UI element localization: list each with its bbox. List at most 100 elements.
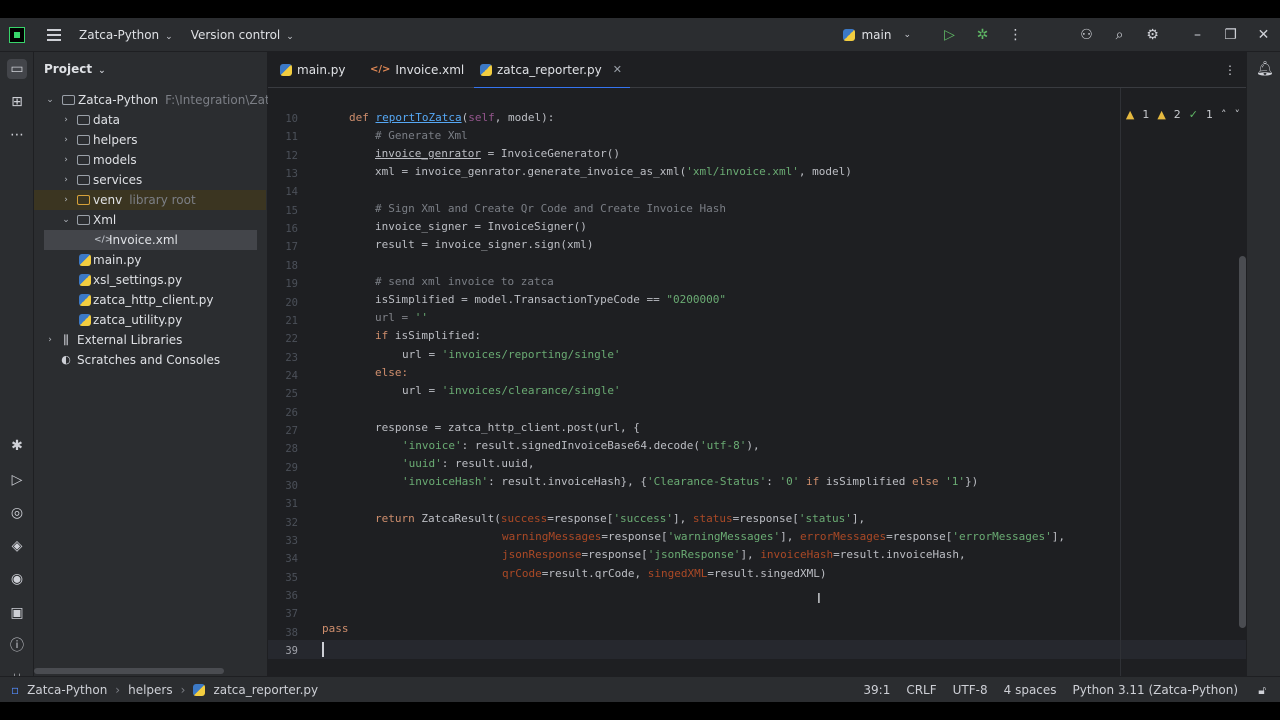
project-panel: Project ⌄ ⌄ Zatca-Python F:\Integration\Za… [34,52,288,676]
tree-item-main-py[interactable]: main.py [34,250,266,270]
project-panel-title[interactable]: Project ⌄ [44,62,106,76]
tree-item-services[interactable]: › services [34,170,266,190]
tree-item-models[interactable]: › models [34,150,266,170]
breadcrumb-project[interactable]: Zatca-Python [27,683,107,697]
chevron-right-icon: › [64,195,68,205]
project-name: Zatca-Python [79,27,160,42]
ide-window: Zatca-Python ⌄ Version control ⌄ main ⌄ ▷ … [0,18,1280,702]
inspection-widget[interactable]: ▲ 1 ▲ 2 ✓ 1 ˄ ˅ [1126,108,1240,121]
unlock-icon[interactable]: 🔓︎ [1258,683,1266,698]
layers-icon[interactable]: ◈ [7,536,27,556]
tab-zatca-reporter-py[interactable]: zatca_reporter.py ✕ [474,52,630,89]
run-tool-icon[interactable]: ▷ [7,470,27,490]
tree-item-label: External Libraries [77,333,183,347]
code-token: url = [402,348,442,361]
minimize-icon[interactable]: – [1181,27,1214,43]
tree-item-scratches[interactable]: ◐ Scratches and Consoles [34,350,266,370]
services-icon[interactable]: ◉ [7,569,27,589]
string-literal: 'utf-8' [700,439,747,452]
code-editor[interactable]: ▲ 1 ▲ 2 ✓ 1 ˄ ˅ 10 11 12 13 14 15 16 17 18 19 20 21 22 2… [268,88,1246,676]
chevron-down-icon: ⌄ [46,95,54,105]
breadcrumb-folder[interactable]: helpers [128,683,173,697]
tree-item-data[interactable]: › data [34,110,266,130]
line-number: 11 [285,131,298,144]
code-token: xml = invoice_genrator.generate_invoice_… [375,165,687,178]
tab-options-icon[interactable]: ⋮ [1224,52,1236,88]
tree-item-zatca-utility[interactable]: zatca_utility.py [34,310,266,330]
more-actions-icon[interactable]: ⋮ [999,27,1032,43]
breadcrumb-file[interactable]: zatca_reporter.py [213,683,318,697]
tree-item-invoice-xml[interactable]: </> Invoice.xml [44,230,257,250]
caret-position[interactable]: 39:1 [863,683,890,697]
python-interpreter[interactable]: Python 3.11 (Zatca-Python) [1073,683,1238,697]
python-console-icon[interactable]: ◎ [7,503,27,523]
version-control-menu[interactable]: Version control ⌄ [191,28,294,42]
folder-icon [77,195,90,205]
structure-icon[interactable]: ⊞ [7,92,27,112]
app-logo-icon[interactable] [9,26,25,43]
code-token: ZatcaResult( [421,512,501,525]
tab-main-py[interactable]: main.py [280,52,346,88]
code-token: invoice_genrator [375,147,481,160]
add-user-icon[interactable]: ⚇ [1070,27,1103,43]
indent-setting[interactable]: 4 spaces [1004,683,1057,697]
chevron-right-icon: › [64,115,68,125]
file-encoding[interactable]: UTF-8 [953,683,988,697]
line-number: 27 [285,424,298,437]
warning-count: 1 [1142,108,1150,121]
keyword: else: [375,366,409,379]
code-line: result = invoice_signer.sign(xml) [375,238,594,251]
tree-item-xml[interactable]: ⌄ Xml [34,210,266,230]
code-comment: # send xml invoice to zatca [375,275,554,288]
chevron-down-icon: ⌄ [165,31,173,42]
tree-item-root[interactable]: ⌄ Zatca-Python F:\Integration\Zatca- [34,90,288,110]
code-token: ], [673,512,693,525]
restore-icon[interactable]: ❐ [1214,27,1247,43]
code-token: = [394,311,415,324]
more-tools-icon[interactable]: ⋯ [7,125,27,145]
search-icon[interactable]: ⌕ [1103,27,1136,43]
line-number: 16 [285,223,298,236]
text-cursor [322,642,324,657]
project-folder-icon[interactable]: ▭ [7,59,27,79]
tree-item-label: services [93,173,143,187]
line-number: 18 [285,259,298,272]
chevron-down-icon[interactable]: ˅ [1235,108,1241,121]
close-icon[interactable]: ✕ [1247,27,1280,43]
project-scrollbar[interactable] [34,668,224,674]
branch-selector[interactable]: main ⌄ [843,28,911,42]
chevron-right-icon: › [64,155,68,165]
tree-item-label: zatca_http_client.py [93,293,214,307]
folder-icon [77,175,90,185]
problems-icon[interactable]: ⓘ [7,636,27,656]
code-token: = InvoiceGenerator() [480,147,621,160]
chevron-up-icon[interactable]: ˄ [1221,108,1227,121]
code-token: : result.uuid, [441,457,535,470]
main-menu-icon[interactable] [47,28,61,41]
project-selector[interactable]: Zatca-Python ⌄ [79,28,173,42]
keyword: if [799,475,826,488]
function-name: reportToZatca [375,111,462,124]
line-separator[interactable]: CRLF [906,683,936,697]
code-line: qrCode=result.qrCode, singedXML=result.s… [502,567,827,580]
settings-gear-icon[interactable]: ⚙ [1136,27,1169,43]
terminal-icon[interactable]: ▣ [7,603,27,623]
notifications-bell-icon[interactable]: 🔔︎ [1256,61,1274,77]
chevron-right-icon: › [115,683,121,697]
run-icon[interactable]: ▷ [933,27,966,43]
tree-item-venv[interactable]: › venv library root [34,190,266,210]
close-tab-icon[interactable]: ✕ [613,52,622,88]
debug-icon[interactable]: ✲ [966,27,999,43]
code-token: =response[ [601,530,668,543]
code-token: }) [964,475,979,488]
tree-item-external-libraries[interactable]: › ⫼ External Libraries [34,330,266,350]
code-line: url = 'invoices/reporting/single' [402,348,621,361]
debug-tool-icon[interactable]: ✱ [7,436,27,456]
code-token: ], [780,530,801,543]
tree-item-zatca-http-client[interactable]: zatca_http_client.py [34,290,266,310]
tab-invoice-xml[interactable]: </> Invoice.xml [370,52,464,88]
tree-item-xsl-settings[interactable]: xsl_settings.py [34,270,266,290]
string-literal: 'warningMessages' [667,530,781,543]
tree-item-helpers[interactable]: › helpers [34,130,266,150]
editor-scrollbar[interactable] [1239,256,1246,628]
